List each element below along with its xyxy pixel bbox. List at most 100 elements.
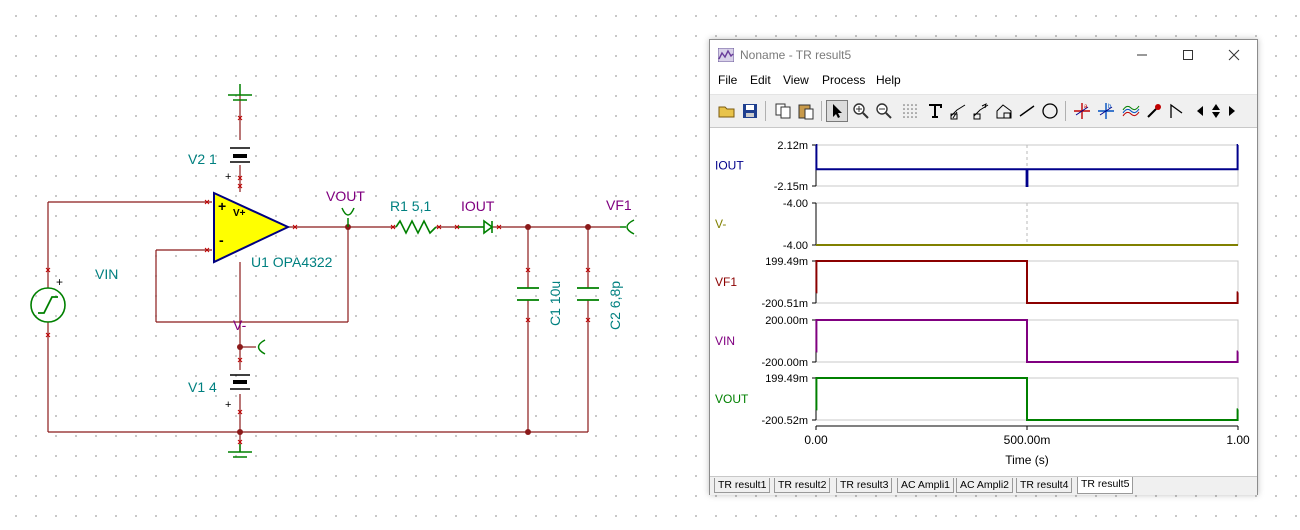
open-folder-icon[interactable] — [716, 100, 738, 122]
iout-label: IOUT — [461, 198, 495, 214]
close-icon — [1228, 49, 1240, 61]
y-tick-label-top-vf1: 199.49m — [765, 256, 808, 268]
zoom-out-icon[interactable] — [873, 100, 895, 122]
vf1-label: VF1 — [606, 197, 632, 213]
y-tick-label-bottom-vin: -200.00m — [762, 357, 808, 369]
opamp-plus-input: + — [218, 198, 226, 214]
vout-label: VOUT — [326, 188, 365, 204]
cursor-a-icon[interactable]: a — [1071, 100, 1093, 122]
vminus-label: V- — [233, 317, 247, 333]
save-icon[interactable] — [739, 100, 761, 122]
vf1-probe-icon[interactable] — [620, 219, 635, 235]
c1-label: C1 10u — [547, 281, 563, 326]
ammeter-iout-icon[interactable] — [458, 219, 494, 235]
y-tick-label-bottom-vf1: -200.51m — [762, 298, 808, 310]
minimize-button[interactable] — [1119, 40, 1165, 70]
schematic-canvas[interactable]: V2 1 + V1 4 + + VIN + - V+ U1 OPA4322 VO… — [0, 0, 700, 530]
y-tick-label-bottom-v: -4.00 — [783, 240, 808, 252]
y-tick-label-top-vin: 200.00m — [765, 315, 808, 327]
c2-label: C2 6,8p — [607, 281, 623, 330]
vin-plus-sign: + — [56, 275, 63, 289]
capacitor-c2[interactable] — [577, 287, 599, 301]
arrow-updown-icon[interactable] — [1209, 100, 1223, 122]
maximize-button[interactable] — [1165, 40, 1211, 70]
cursor-b-icon[interactable]: b — [1095, 100, 1117, 122]
vminus-probe-icon[interactable] — [257, 339, 266, 355]
curve-label-b-icon[interactable] — [970, 100, 992, 122]
series-name-vout: VOUT — [715, 392, 749, 406]
curve-label-c-icon[interactable] — [993, 100, 1015, 122]
capacitor-c1[interactable] — [517, 287, 539, 301]
result-tabs: TR result1 TR result2 TR result3 AC Ampl… — [710, 476, 1257, 495]
pin-markers — [45, 115, 591, 445]
close-button[interactable] — [1211, 40, 1257, 70]
arrow-left-icon[interactable] — [1193, 100, 1207, 122]
zoom-in-icon[interactable] — [850, 100, 872, 122]
ground-bottom-icon[interactable] — [228, 444, 252, 458]
text-icon[interactable] — [924, 100, 946, 122]
plot-area[interactable]: 2.12m -2.15m IOUT -4.00 -4.00 V- 199.49m -200.5… — [710, 128, 1257, 476]
step-icon[interactable] — [1166, 100, 1188, 122]
tr-result-window[interactable]: Noname - TR result5 File Edit View Proce… — [709, 39, 1258, 495]
tab-tr-result5[interactable]: TR result5 — [1077, 477, 1134, 494]
pipette-icon[interactable] — [1143, 100, 1165, 122]
grid-icon[interactable] — [899, 100, 921, 122]
series-name-iout: IOUT — [715, 159, 744, 173]
tab-tr-result4[interactable]: TR result4 — [1016, 478, 1073, 493]
y-tick-label-top-iout: 2.12m — [777, 140, 808, 152]
vin-source-icon[interactable] — [30, 287, 66, 323]
menu-bar: File Edit View Process Help — [710, 70, 1257, 92]
tab-tr-result3[interactable]: TR result3 — [836, 478, 893, 493]
menu-process[interactable]: Process — [822, 73, 865, 87]
circle-icon[interactable] — [1039, 100, 1061, 122]
menu-edit[interactable]: Edit — [750, 73, 771, 87]
maximize-icon — [1183, 50, 1193, 60]
waveform-chart[interactable]: 2.12m -2.15m IOUT -4.00 -4.00 V- 199.49m -200.5… — [710, 128, 1257, 476]
curve-label-a-icon[interactable] — [947, 100, 969, 122]
x-tick-label-0: 0.00 — [804, 433, 828, 447]
trace-vf1 — [815, 260, 1239, 304]
x-tick-label-1: 500.00m — [1004, 433, 1051, 447]
y-tick-label-bottom-vout: -200.52m — [762, 415, 808, 427]
title-bar[interactable]: Noname - TR result5 — [710, 40, 1257, 70]
copy-icon[interactable] — [772, 100, 794, 122]
paste-icon[interactable] — [795, 100, 817, 122]
vout-probe-icon[interactable] — [341, 207, 355, 227]
pointer-icon[interactable] — [826, 100, 848, 122]
tab-ac-ampli2[interactable]: AC Ampli2 — [956, 478, 1014, 493]
minimize-icon — [1137, 54, 1147, 56]
v2-label: V2 1 — [188, 151, 217, 167]
window-title: Noname - TR result5 — [740, 48, 852, 62]
r1-label: R1 5,1 — [390, 198, 431, 214]
menu-help[interactable]: Help — [876, 73, 901, 87]
toolbar: a b — [710, 94, 1257, 128]
y-tick-label-bottom-iout: -2.15m — [774, 181, 808, 193]
arrow-right-icon[interactable] — [1225, 100, 1239, 122]
menu-view[interactable]: View — [783, 73, 809, 87]
x-tick-label-2: 1.00 — [1226, 433, 1250, 447]
cursor-curves-icon[interactable] — [1120, 100, 1142, 122]
x-axis-label: Time (s) — [1005, 453, 1049, 467]
opamp-minus-input: - — [219, 232, 224, 248]
line-icon[interactable] — [1016, 100, 1038, 122]
vin-label: VIN — [95, 266, 118, 282]
battery-v1[interactable] — [230, 374, 250, 390]
series-name-v: V- — [715, 217, 726, 231]
wires — [47, 95, 620, 452]
y-tick-label-top-v: -4.00 — [783, 198, 808, 210]
v2-plus-sign: + — [225, 171, 231, 183]
series-name-vin: VIN — [715, 334, 735, 348]
series-name-vf1: VF1 — [715, 275, 737, 289]
tab-tr-result1[interactable]: TR result1 — [714, 478, 771, 493]
opamp-vplus-pin: V+ — [233, 208, 246, 219]
v1-plus-sign: + — [225, 399, 231, 411]
trace-vout — [815, 377, 1239, 421]
menu-file[interactable]: File — [718, 73, 737, 87]
tab-tr-result2[interactable]: TR result2 — [774, 478, 831, 493]
app-icon — [718, 48, 734, 62]
battery-v2[interactable] — [230, 147, 250, 163]
u1-label: U1 OPA4322 — [251, 254, 333, 270]
resistor-r1[interactable] — [395, 219, 437, 235]
v1-label: V1 4 — [188, 379, 217, 395]
tab-ac-ampli1[interactable]: AC Ampli1 — [897, 478, 955, 493]
